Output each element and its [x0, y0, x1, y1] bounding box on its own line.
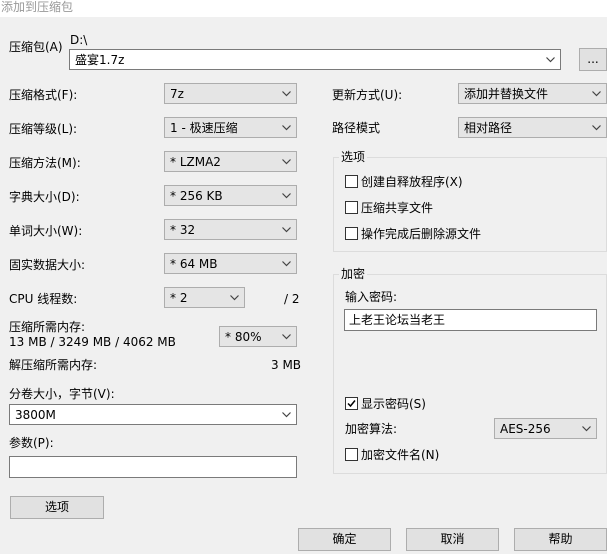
options-button[interactable]: 选项: [10, 496, 104, 519]
solid-select[interactable]: * 64 MB: [164, 253, 297, 274]
encrypt-names-label[interactable]: 加密文件名(N): [361, 448, 439, 462]
delete-label[interactable]: 操作完成后删除源文件: [361, 227, 481, 241]
chevron-down-icon: [546, 55, 555, 64]
chevron-down-icon: [282, 157, 291, 166]
cpu-label: CPU 线程数:: [9, 292, 78, 306]
pathmode-select[interactable]: 相对路径: [458, 117, 607, 138]
word-select[interactable]: * 32: [164, 219, 297, 240]
pathmode-label: 路径模式: [332, 121, 381, 135]
split-value: 3800M: [15, 408, 56, 422]
password-label: 输入密码:: [345, 290, 398, 304]
archive-filename-combo[interactable]: 盛宴1.7z: [69, 49, 561, 70]
delete-checkbox[interactable]: [345, 227, 358, 240]
chevron-down-icon: [230, 293, 239, 302]
encrypt-group: [333, 274, 607, 474]
algo-label: 加密算法:: [345, 422, 398, 436]
mem-label: 压缩所需内存:: [9, 320, 86, 334]
solid-label: 固实数据大小:: [9, 258, 86, 272]
format-label: 压缩格式(F):: [9, 88, 78, 102]
sfx-checkbox[interactable]: [345, 175, 358, 188]
split-label: 分卷大小，字节(V):: [9, 387, 115, 401]
password-value: 上老王论坛当老王: [349, 313, 446, 327]
chevron-down-icon: [282, 225, 291, 234]
decomp-value: 3 MB: [271, 358, 302, 372]
shared-label[interactable]: 压缩共享文件: [361, 201, 433, 215]
chevron-down-icon: [282, 259, 291, 268]
format-select[interactable]: 7z: [164, 83, 297, 104]
chevron-down-icon: [282, 89, 291, 98]
browse-button[interactable]: ...: [579, 48, 607, 71]
chevron-down-icon: [282, 410, 291, 419]
window-title: 添加到压缩包: [0, 0, 607, 17]
chevron-down-icon: [592, 89, 601, 98]
archive-path: D:\: [70, 33, 88, 47]
format-value: 7z: [170, 87, 184, 101]
shared-checkbox[interactable]: [345, 201, 358, 214]
archive-filename: 盛宴1.7z: [75, 53, 125, 67]
chevron-down-icon: [582, 424, 591, 433]
sfx-label[interactable]: 创建自释放程序(X): [361, 175, 463, 189]
check-icon: [347, 400, 356, 408]
cpu-total: / 2: [284, 292, 300, 306]
cancel-button[interactable]: 取消: [406, 528, 499, 551]
mem-value: 13 MB / 3249 MB / 4062 MB: [9, 335, 176, 349]
pathmode-value: 相对路径: [464, 121, 513, 135]
level-value: 1 - 极速压缩: [170, 121, 238, 135]
level-select[interactable]: 1 - 极速压缩: [164, 117, 297, 138]
method-label: 压缩方法(M):: [9, 156, 81, 170]
params-label: 参数(P):: [9, 436, 54, 450]
cpu-select[interactable]: * 2: [164, 287, 245, 308]
solid-value: * 64 MB: [170, 257, 218, 271]
password-input[interactable]: 上老王论坛当老王: [344, 309, 597, 331]
show-password-checkbox[interactable]: [345, 397, 358, 410]
ok-button[interactable]: 确定: [298, 528, 391, 551]
encrypt-names-checkbox[interactable]: [345, 448, 358, 461]
params-input[interactable]: [9, 456, 297, 478]
update-select[interactable]: 添加并替换文件: [458, 83, 607, 104]
dict-label: 字典大小(D):: [9, 190, 80, 204]
update-value: 添加并替换文件: [464, 87, 549, 101]
encrypt-group-title: 加密: [339, 267, 368, 281]
mem-percent-select[interactable]: * 80%: [219, 326, 297, 347]
method-select[interactable]: * LZMA2: [164, 151, 297, 172]
mem-percent-value: * 80%: [225, 330, 262, 344]
show-password-label[interactable]: 显示密码(S): [361, 397, 426, 411]
algo-select[interactable]: AES-256: [494, 418, 597, 439]
decomp-label: 解压缩所需内存:: [9, 358, 98, 372]
chevron-down-icon: [282, 332, 291, 341]
dict-value: * 256 KB: [170, 189, 223, 203]
chevron-down-icon: [282, 191, 291, 200]
chevron-down-icon: [282, 123, 291, 132]
split-combo[interactable]: 3800M: [9, 404, 297, 425]
chevron-down-icon: [592, 123, 601, 132]
cpu-value: * 2: [170, 291, 188, 305]
help-button[interactable]: 帮助: [514, 528, 607, 551]
word-label: 单词大小(W):: [9, 224, 83, 238]
word-value: * 32: [170, 223, 196, 237]
level-label: 压缩等级(L):: [9, 122, 78, 136]
update-label: 更新方式(U):: [332, 88, 403, 102]
options-group-title: 选项: [339, 150, 368, 164]
algo-value: AES-256: [500, 422, 551, 436]
dict-select[interactable]: * 256 KB: [164, 185, 297, 206]
archive-label: 压缩包(A): [9, 40, 63, 54]
method-value: * LZMA2: [170, 155, 221, 169]
